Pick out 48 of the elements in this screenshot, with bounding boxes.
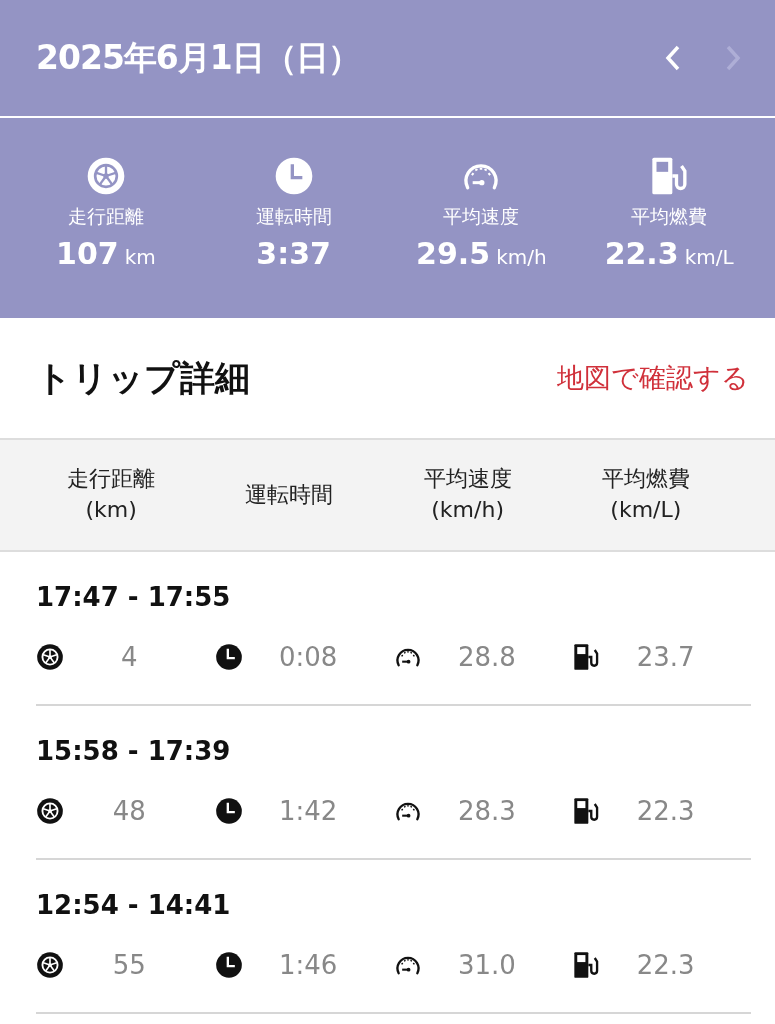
stat-unit: km/L <box>684 245 734 269</box>
trip-value: 1:46 <box>277 950 339 980</box>
trip-value: 22.3 <box>635 950 696 980</box>
trip-time-range: 17:47 - 17:55 <box>36 582 232 612</box>
column-unit: (km/L) <box>610 496 682 524</box>
trip-value: 0:08 <box>277 642 339 672</box>
tire-icon <box>85 156 126 196</box>
fuel-pump-icon <box>572 643 601 671</box>
trip-value: 1:42 <box>277 796 339 826</box>
column-unit: (km) <box>85 496 137 524</box>
clock-icon <box>214 797 243 825</box>
stat-label: 運転時間 <box>255 204 332 229</box>
fuel-pump-icon <box>649 156 690 196</box>
trip-value: 55 <box>111 950 147 980</box>
clock-icon <box>214 643 243 671</box>
clock-icon <box>273 156 314 196</box>
stat-label: 平均燃費 <box>631 204 708 229</box>
column-unit: (km/h) <box>431 496 504 524</box>
stat-value: 22.3 <box>604 236 679 271</box>
fuel-pump-icon <box>572 951 601 979</box>
date-title: 2025年6月1日（日） <box>36 36 361 79</box>
tire-icon <box>36 797 64 825</box>
stat-label: 走行距離 <box>67 204 144 229</box>
trip-value: 23.7 <box>635 642 696 672</box>
clock-icon <box>214 951 243 979</box>
stat-value: 3:37 <box>256 236 331 271</box>
tire-icon <box>36 643 64 671</box>
stat-unit: km/h <box>496 245 547 269</box>
stat-label: 平均速度 <box>443 204 520 229</box>
column-label: 平均燃費 <box>601 465 690 494</box>
tire-icon <box>36 951 64 979</box>
trip-value: 22.3 <box>635 796 696 826</box>
trip-value: 28.3 <box>456 796 517 826</box>
column-label: 平均速度 <box>423 465 512 494</box>
map-link[interactable]: 地図で確認する <box>557 360 749 396</box>
trip-time-range: 12:54 - 14:41 <box>36 890 232 920</box>
section-title: トリップ詳細 <box>36 356 250 400</box>
trip-value: 31.0 <box>456 950 517 980</box>
stat-value: 107 <box>56 236 119 271</box>
trip-value: 28.8 <box>456 642 517 672</box>
stat-value: 29.5 <box>416 236 491 271</box>
fuel-pump-icon <box>572 797 601 825</box>
column-label: 運転時間 <box>245 480 334 509</box>
trip-value: 4 <box>120 642 139 672</box>
stat-unit: km <box>124 245 156 269</box>
trip-time-range: 15:58 - 17:39 <box>36 736 232 766</box>
trip-value: 48 <box>111 796 147 826</box>
column-label: 走行距離 <box>67 465 156 494</box>
